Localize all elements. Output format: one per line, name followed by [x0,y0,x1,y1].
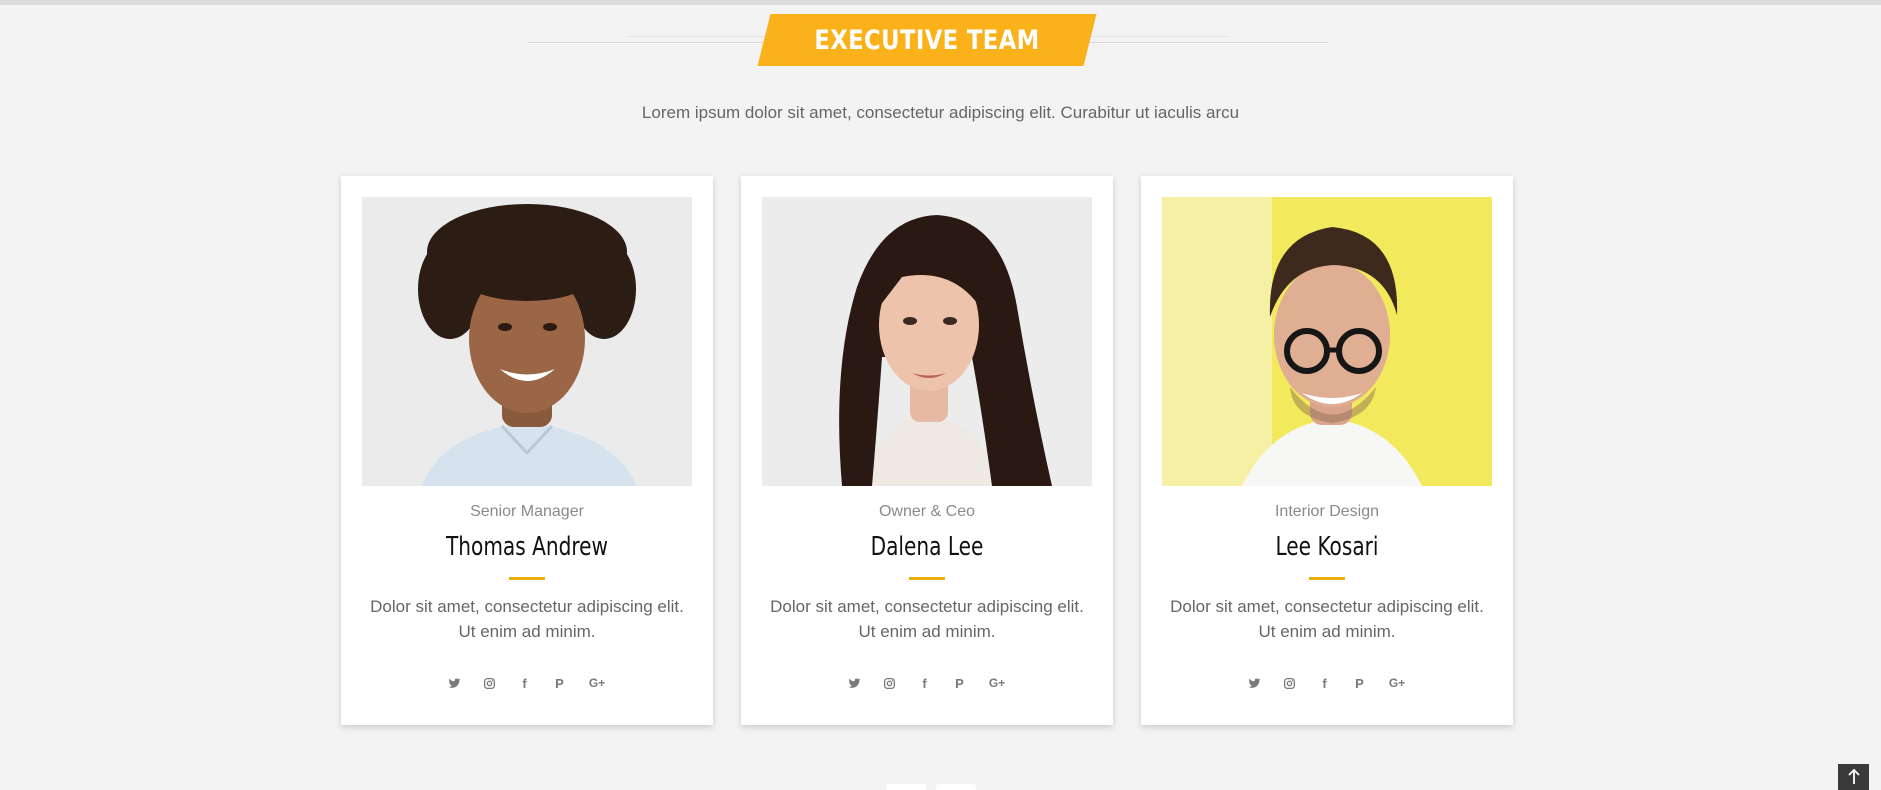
name-underline [1309,577,1345,580]
twitter-icon[interactable] [447,675,462,691]
section-header: EXECUTIVE TEAM [0,14,1881,66]
title-rule-left [528,42,768,43]
section-intro: Lorem ipsum dolor sit amet, consectetur … [641,103,1240,122]
title-rule-right [1088,42,1328,43]
team-card: Senior Manager Thomas Andrew Dolor sit a… [341,176,713,725]
google-plus-icon[interactable]: G+ [1387,675,1407,691]
pinterest-icon[interactable]: P [952,675,967,691]
twitter-icon[interactable] [1247,675,1262,691]
portrait-man-curly-hair [362,197,692,486]
name-underline [509,577,545,580]
team-photo [362,197,692,486]
portrait-man-glasses [1162,197,1492,486]
member-role: Owner & Ceo [878,503,976,520]
team-photo [1162,197,1492,486]
social-links: f P G+ [741,670,1113,696]
social-links: f P G+ [341,670,713,696]
team-photo [762,197,1092,486]
team-card: Interior Design Lee Kosari Dolor sit ame… [1141,176,1513,725]
name-underline [909,577,945,580]
back-to-top-button[interactable] [1838,764,1869,790]
member-role: Interior Design [1274,503,1380,520]
facebook-icon[interactable]: f [517,675,532,691]
member-description: Dolor sit amet, consectetur adipiscing e… [770,597,1084,641]
title-rule-right-inner [1088,36,1228,37]
member-name: Dalena Lee [870,532,984,562]
member-role: Senior Manager [470,503,584,520]
carousel-pagination [886,784,996,790]
title-rule-left-inner [628,36,768,37]
member-name: Thomas Andrew [445,532,609,562]
section-title: EXECUTIVE TEAM [814,24,1040,56]
carousel-dot[interactable] [886,784,926,790]
twitter-icon[interactable] [847,675,862,691]
instagram-icon[interactable] [1282,675,1297,691]
pinterest-icon[interactable]: P [552,675,567,691]
member-description: Dolor sit amet, consectetur adipiscing e… [1170,597,1484,641]
social-links: f P G+ [1141,670,1513,696]
arrow-up-icon [1847,769,1860,784]
carousel-dot[interactable] [936,784,976,790]
facebook-icon[interactable]: f [1317,675,1332,691]
team-card: Owner & Ceo Dalena Lee Dolor sit amet, c… [741,176,1113,725]
instagram-icon[interactable] [482,675,497,691]
google-plus-icon[interactable]: G+ [987,675,1007,691]
top-border [0,0,1881,5]
google-plus-icon[interactable]: G+ [587,675,607,691]
instagram-icon[interactable] [882,675,897,691]
facebook-icon[interactable]: f [917,675,932,691]
pinterest-icon[interactable]: P [1352,675,1367,691]
member-name: Lee Kosari [1275,532,1379,562]
portrait-woman-long-hair [762,197,1092,486]
member-description: Dolor sit amet, consectetur adipiscing e… [370,597,684,641]
